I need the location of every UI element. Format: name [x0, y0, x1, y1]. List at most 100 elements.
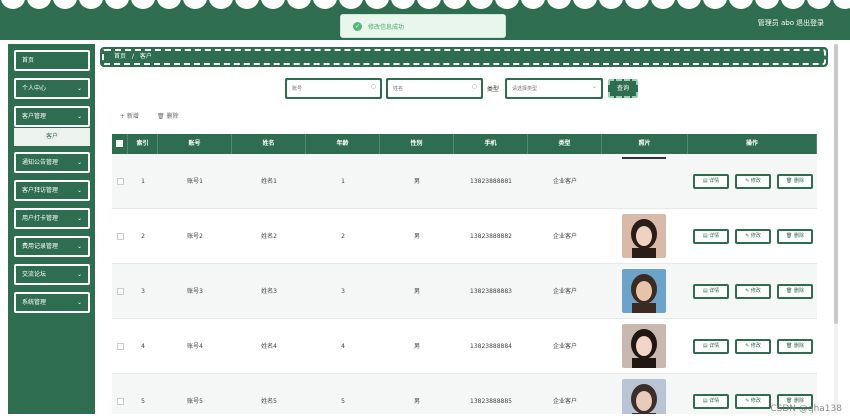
trash-icon: 🗑 [786, 233, 794, 239]
breadcrumb-home[interactable]: 首页 [114, 53, 126, 60]
row-checkbox[interactable] [117, 178, 124, 185]
logout-link[interactable]: 退出登录 [796, 18, 824, 28]
row-checkbox[interactable] [117, 288, 124, 295]
breadcrumb: 首页 / 客户 [100, 47, 828, 67]
scallop-shape [261, 0, 285, 9]
vertical-scrollbar[interactable] [834, 44, 838, 414]
row-gender: 男 [413, 398, 420, 405]
breadcrumb-current: 客户 [139, 53, 152, 60]
row-account: 账号4 [187, 343, 203, 350]
type-select[interactable] [507, 80, 601, 97]
customer-photo[interactable] [622, 269, 666, 313]
scallop-shape [391, 0, 415, 9]
column-header: 操作 [688, 134, 817, 154]
row-checkbox[interactable] [117, 398, 124, 405]
row-name: 姓名2 [261, 233, 277, 240]
customer-table: 索引 账号 姓名 年龄 性别 手机 类型 照片 操作 1 账号1 姓名1 1 男 13823888881 企… [112, 134, 817, 414]
row-account: 账号1 [187, 178, 203, 185]
scallop-shape [157, 0, 181, 9]
sidebar-item[interactable]: 系统管理 ⌄ [14, 292, 90, 313]
scallop-shape [235, 0, 259, 9]
edit-button[interactable]: ✎ 修改 [735, 339, 771, 354]
column-header: 索引 [128, 134, 158, 154]
sidebar-item[interactable]: 交流论坛 ⌄ [14, 264, 90, 285]
row-phone: 13823888882 [470, 233, 512, 240]
op-label: 删除 [793, 233, 804, 239]
edit-button[interactable]: ✎ 修改 [735, 229, 771, 244]
scallop-shape [105, 0, 129, 9]
scallop-shape [209, 0, 233, 9]
delete-button[interactable]: 🗑 删除 [777, 229, 813, 244]
scallop-shape [677, 0, 701, 9]
portrait-image [622, 214, 666, 258]
submenu-item-customer[interactable]: 客户 [14, 128, 90, 146]
sidebar-item[interactable]: 客户拜访管理 ⌄ [14, 180, 90, 201]
select-all-checkbox[interactable] [116, 140, 123, 147]
sidebar-item-label: 个人中心 [22, 85, 47, 92]
sidebar-item-label: 客户拜访管理 [22, 187, 59, 194]
scallop-shape [573, 0, 597, 9]
row-index: 3 [141, 288, 145, 295]
customer-photo[interactable] [622, 214, 666, 258]
chevron-down-icon: ⌄ [76, 113, 82, 120]
query-button[interactable]: 查询 [608, 79, 638, 98]
sidebar-item[interactable]: 用户打卡管理 ⌄ [14, 208, 90, 229]
sidebar-item-label: 系统管理 [22, 299, 47, 306]
photo-placeholder-line [622, 157, 666, 159]
sidebar-item[interactable]: 个人中心 ⌄ [14, 78, 90, 99]
column-header: 手机 [454, 134, 528, 154]
account-search-input[interactable] [287, 80, 380, 97]
sidebar-item-label: 用户打卡管理 [22, 215, 59, 222]
sidebar-item[interactable]: 费用记录管理 ⌄ [14, 236, 90, 257]
batch-delete-button[interactable]: 🗑 删除 [157, 111, 179, 120]
detail-button[interactable]: ▤ 详情 [693, 284, 729, 299]
watermark: CSDN @qha138 [770, 404, 842, 414]
scallop-shape [625, 0, 649, 9]
op-label: 修改 [750, 343, 761, 349]
detail-button[interactable]: ▤ 详情 [693, 229, 729, 244]
add-button[interactable]: + 新增 [120, 111, 139, 120]
sidebar-item[interactable]: 首页 [14, 50, 90, 71]
row-name: 姓名1 [261, 178, 277, 185]
table-row: 3 账号3 姓名3 3 男 13823888883 企业客户 ▤ 详情 ✎ 修改 🗑 删除 [112, 264, 817, 319]
sidebar-item[interactable]: 客户管理 ⌄ [14, 106, 90, 127]
row-index: 2 [141, 233, 145, 240]
delete-button[interactable]: 🗑 删除 [777, 339, 813, 354]
edit-button[interactable]: ✎ 修改 [735, 284, 771, 299]
name-search-box: ○ [386, 78, 483, 99]
scallop-shape [495, 0, 519, 9]
scrollbar-thumb[interactable] [834, 44, 838, 324]
header-checkbox-cell [112, 134, 128, 154]
scallop-shape [807, 0, 831, 9]
row-checkbox[interactable] [117, 343, 124, 350]
op-label: 修改 [750, 288, 761, 294]
customer-photo[interactable] [622, 324, 666, 368]
edit-button[interactable]: ✎ 修改 [735, 394, 771, 409]
name-search-input[interactable] [388, 80, 481, 97]
customer-photo[interactable] [622, 379, 666, 414]
delete-button[interactable]: 🗑 删除 [777, 284, 813, 299]
edit-button[interactable]: ✎ 修改 [735, 174, 771, 189]
delete-button[interactable]: 🗑 删除 [777, 174, 813, 189]
app-window: 管理员 abo 退出登录 ✓ 修改信息成功 首页 个人中心 ⌄ 客户管理 ⌄ 通知公告管理… [0, 0, 850, 420]
type-select-box: ⌄ [505, 78, 603, 99]
op-label: 详情 [709, 343, 720, 349]
user-label: 管理员 abo [757, 19, 794, 27]
row-type: 企业客户 [552, 288, 577, 295]
account-field-wrap: ○ [287, 80, 380, 97]
detail-button[interactable]: ▤ 详情 [693, 339, 729, 354]
scallop-shape [79, 0, 103, 9]
trash-icon: 🗑 [786, 343, 794, 349]
portrait-image [622, 379, 666, 414]
sidebar-item[interactable]: 通知公告管理 ⌄ [14, 152, 90, 173]
row-age: 5 [341, 398, 345, 405]
detail-button[interactable]: ▤ 详情 [693, 394, 729, 409]
chevron-down-icon: ⌄ [76, 243, 82, 250]
op-label: 修改 [750, 178, 761, 184]
scallop-shape [703, 0, 727, 9]
column-header: 照片 [602, 134, 688, 154]
row-checkbox[interactable] [117, 233, 124, 240]
op-label: 删除 [793, 178, 804, 184]
success-toast: ✓ 修改信息成功 [340, 14, 506, 38]
detail-button[interactable]: ▤ 详情 [693, 174, 729, 189]
